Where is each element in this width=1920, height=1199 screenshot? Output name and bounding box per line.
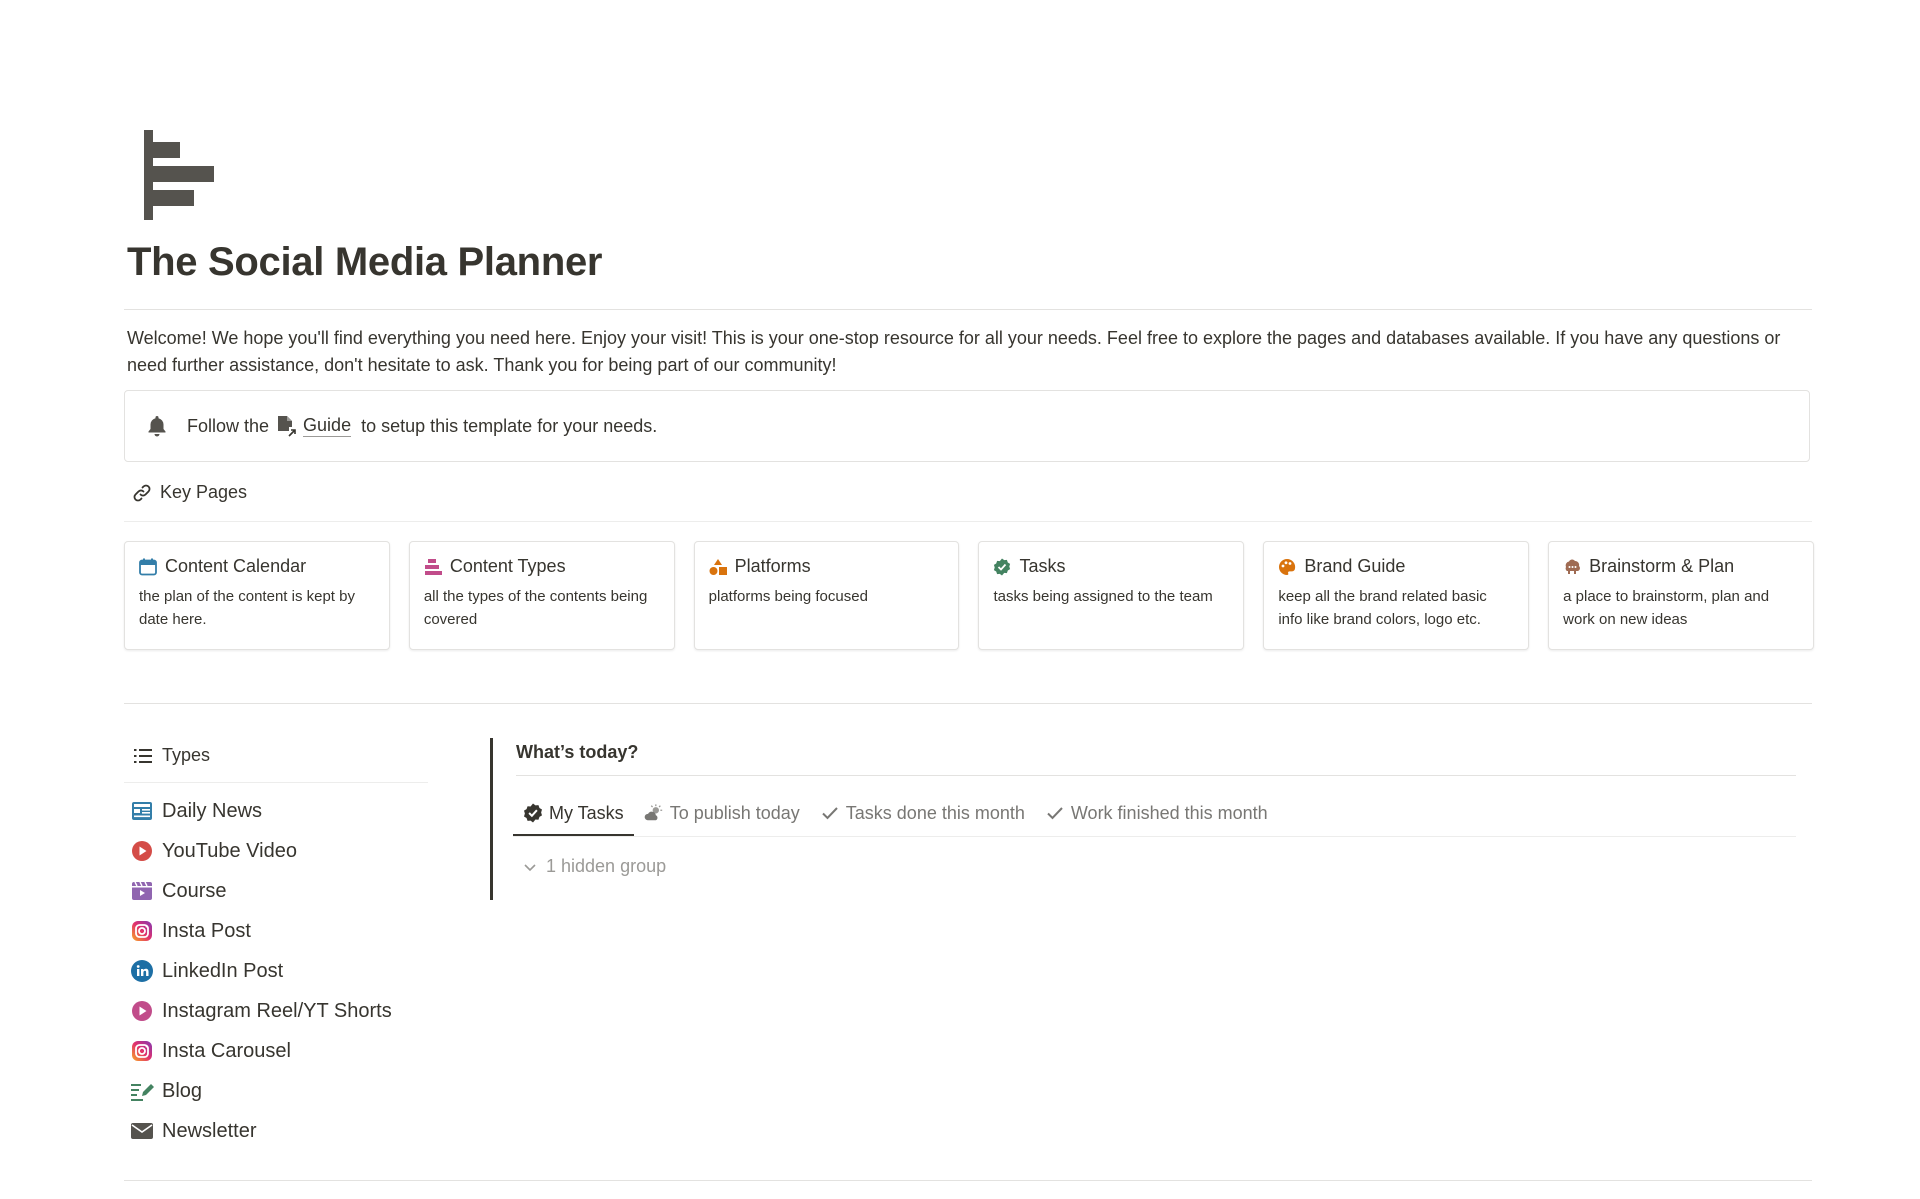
card-content-types[interactable]: Content Types all the types of the conte… (408, 541, 675, 650)
guide-link[interactable]: Guide (277, 415, 352, 437)
card-description: all the types of the contents being cove… (423, 588, 648, 628)
card-title: Brand Guide (1304, 556, 1406, 576)
type-item-label: LinkedIn Post (162, 959, 284, 982)
film-icon (130, 879, 154, 903)
envelope-icon (130, 1119, 154, 1143)
play-circle-icon (130, 999, 154, 1023)
bar-chart-icon[interactable] (144, 130, 216, 220)
card-title: Brainstorm & Plan (1589, 556, 1735, 576)
type-item-label: Instagram Reel/YT Shorts (162, 999, 392, 1022)
stack-icon (424, 558, 442, 576)
today-tabs: My Tasks To publish today Tasks done thi… (513, 792, 1278, 836)
type-item-label: Insta Carousel (162, 1039, 291, 1062)
newspaper-icon (130, 799, 154, 823)
card-tasks[interactable]: Tasks tasks being assigned to the team (978, 541, 1245, 650)
tab-work-finished-this-month[interactable]: Work finished this month (1035, 792, 1278, 834)
palette-icon (1278, 558, 1296, 576)
tab-tasks-done-this-month[interactable]: Tasks done this month (810, 792, 1035, 834)
page-title: The Social Media Planner (127, 240, 603, 284)
card-description: the plan of the content is kept by date … (139, 588, 355, 628)
shapes-icon (709, 558, 727, 576)
today-divider (516, 775, 1796, 776)
types-divider (124, 782, 428, 783)
link-icon (132, 483, 152, 503)
title-divider (124, 309, 1812, 310)
chevron-down-icon (522, 859, 538, 875)
type-item-label: Insta Post (162, 919, 251, 942)
page-link-icon (277, 415, 297, 437)
type-item-insta-carousel[interactable]: Insta Carousel (130, 1031, 392, 1071)
type-item-insta-post[interactable]: Insta Post (130, 911, 392, 951)
hidden-group-label: 1 hidden group (546, 856, 667, 876)
key-pages-label: Key Pages (160, 482, 248, 502)
type-item-daily-news[interactable]: Daily News (130, 791, 392, 831)
type-item-label: Course (162, 879, 227, 902)
play-circle-icon (130, 839, 154, 863)
page: The Social Media Planner Welcome! We hop… (0, 0, 1920, 1199)
instagram-icon (130, 919, 154, 943)
card-brainstorm-plan[interactable]: Brainstorm & Plan a place to brainstorm,… (1548, 541, 1814, 650)
tab-to-publish-today[interactable]: To publish today (634, 792, 810, 834)
card-title: Content Types (449, 556, 566, 576)
check-badge-icon (523, 803, 543, 823)
key-pages-divider (124, 521, 1812, 522)
instagram-icon (130, 1039, 154, 1063)
card-description: tasks being assigned to the team (993, 588, 1213, 605)
tab-label: Work finished this month (1070, 802, 1268, 823)
guide-callout: Follow the Guide to setup this template … (124, 390, 1810, 462)
section-divider (124, 703, 1812, 704)
type-item-newsletter[interactable]: Newsletter (130, 1111, 392, 1151)
quote-bar (490, 738, 493, 900)
key-pages-cards: Content Calendar the plan of the content… (124, 541, 1814, 650)
card-description: platforms being focused (708, 588, 868, 605)
sun-cloud-icon (644, 803, 664, 823)
check-icon (1045, 803, 1065, 823)
type-item-youtube-video[interactable]: YouTube Video (130, 831, 392, 871)
card-platforms[interactable]: Platforms platforms being focused (693, 541, 960, 650)
check-badge-icon (993, 558, 1011, 576)
bell-icon (145, 414, 169, 438)
type-item-label: Newsletter (162, 1119, 257, 1142)
today-heading: What’s today? (516, 742, 639, 762)
card-title: Platforms (734, 556, 811, 576)
card-content-calendar[interactable]: Content Calendar the plan of the content… (124, 541, 390, 650)
list-icon (134, 748, 152, 764)
guide-link-label: Guide (303, 415, 352, 437)
card-title: Tasks (1019, 556, 1066, 576)
type-item-course[interactable]: Course (130, 871, 392, 911)
tab-label: To publish today (669, 802, 800, 823)
types-heading: Types (134, 745, 210, 766)
tabs-divider (513, 836, 1796, 837)
key-pages-heading: Key Pages (132, 482, 247, 503)
type-item-label: YouTube Video (162, 839, 297, 862)
types-label: Types (162, 745, 211, 765)
tab-label: Tasks done this month (845, 802, 1025, 823)
intro-text: Welcome! We hope you'll find everything … (127, 328, 1781, 375)
card-title: Content Calendar (165, 556, 307, 576)
callout-text-before: Follow the (187, 415, 270, 436)
tab-label: My Tasks (549, 802, 624, 823)
card-description: a place to brainstorm, plan and work on … (1563, 588, 1770, 628)
type-item-blog[interactable]: Blog (130, 1071, 392, 1111)
type-item-label: Daily News (162, 799, 263, 822)
type-item-linkedin-post[interactable]: LinkedIn Post (130, 951, 392, 991)
linkedin-icon (130, 959, 154, 983)
check-icon (820, 803, 840, 823)
tab-my-tasks[interactable]: My Tasks (513, 792, 634, 836)
card-brand-guide[interactable]: Brand Guide keep all the brand related b… (1263, 541, 1530, 650)
callout-text-after: to setup this template for your needs. (361, 415, 658, 436)
type-item-instagram-reel-yt-shorts[interactable]: Instagram Reel/YT Shorts (130, 991, 392, 1031)
calendar-icon (139, 558, 157, 576)
hidden-group-toggle[interactable]: 1 hidden group (522, 856, 666, 877)
type-item-label: Blog (162, 1079, 203, 1102)
types-list: Daily News YouTube Video Course Insta Po… (130, 791, 392, 1151)
card-description: keep all the brand related basic info li… (1278, 588, 1487, 628)
bottom-divider (124, 1180, 1812, 1181)
pen-lines-icon (130, 1079, 154, 1103)
brain-icon (1563, 558, 1581, 576)
